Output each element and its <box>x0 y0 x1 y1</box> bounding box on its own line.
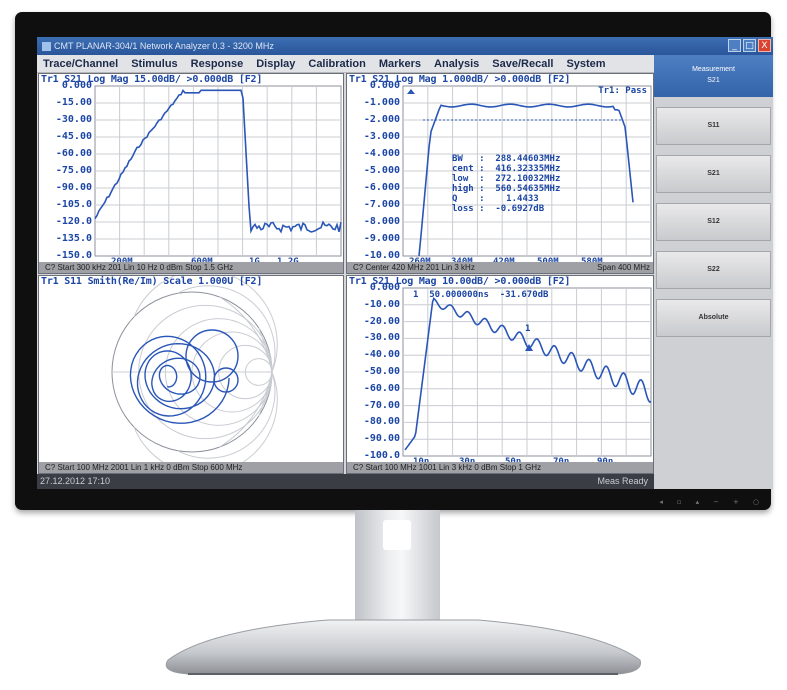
y-tick-label: -75.00 <box>55 165 92 176</box>
menu-bar: Trace/Channel Stimulus Response Display … <box>37 55 654 73</box>
app-window: CMT PLANAR-304/1 Network Analyzer 0.3 - … <box>37 37 773 489</box>
softkey-s12[interactable]: S12 <box>656 203 771 241</box>
menu-system[interactable]: System <box>560 58 612 70</box>
panel-s21-wideband[interactable]: Tr1 S21 Log Mag 15.00dB/ >0.000dB [F2] 0… <box>38 73 344 274</box>
menu-calibration[interactable]: Calibration <box>302 58 372 70</box>
marker-readout: 1 50.000000ns -31.670dB <box>413 290 549 300</box>
softkey-s22[interactable]: S22 <box>656 251 771 289</box>
y-tick-label: -10.00 <box>363 298 400 310</box>
y-tick-label: -90.00 <box>55 182 92 193</box>
y-tick-label: -5.000 <box>363 165 400 176</box>
y-tick-label: -3.000 <box>363 131 400 142</box>
y-tick-label: -4.000 <box>363 148 400 159</box>
menu-analysis[interactable]: Analysis <box>428 58 486 70</box>
y-tick-label: -120.0 <box>55 216 92 227</box>
softkey-absolute[interactable]: Absolute <box>656 299 771 337</box>
cable-hole <box>383 520 411 550</box>
status-datetime: 27.12.2012 17:10 <box>40 476 111 486</box>
channel-status-left: C? Center 420 MHz 201 Lin 3 kHz <box>353 263 475 272</box>
y-tick-label: -50.00 <box>363 366 400 377</box>
monitor-button-minus[interactable]: − <box>713 498 719 506</box>
limit-test-result: Tr1: Pass <box>598 86 647 96</box>
status-state: Meas Ready <box>597 476 648 486</box>
y-tick-label: -100.0 <box>363 450 400 461</box>
y-tick-label: -30.00 <box>55 114 92 125</box>
y-tick-label: -90.00 <box>363 433 400 445</box>
menu-markers[interactable]: Markers <box>373 58 428 70</box>
channel-status-right: Span 400 MHz <box>597 263 650 272</box>
channel-status: C? Start 100 MHz 2001 Lin 1 kHz 0 dBm St… <box>39 462 343 473</box>
panel-s11-smith[interactable]: Tr1 S11 Smith(Re/Im) Scale 1.000U [F2] C… <box>38 275 344 474</box>
y-tick-label: -1.000 <box>363 97 400 108</box>
title-bar: CMT PLANAR-304/1 Network Analyzer 0.3 - … <box>37 37 773 55</box>
y-tick-label: -30.00 <box>363 332 400 344</box>
y-tick-label: -8.000 <box>363 216 400 227</box>
softkey-header-value: S21 <box>707 77 720 84</box>
softkey-s21[interactable]: S21 <box>656 155 771 193</box>
y-tick-label: -7.000 <box>363 199 400 210</box>
close-button[interactable]: X <box>758 39 771 52</box>
y-tick-label: -45.00 <box>55 131 92 142</box>
y-tick-label: -105.0 <box>55 199 92 210</box>
softkey-header-title: Measurement <box>692 66 735 73</box>
y-tick-label: 0.000 <box>61 80 92 91</box>
y-tick-label: -40.00 <box>363 349 400 361</box>
status-bar: 27.12.2012 17:10 Meas Ready <box>37 474 654 489</box>
monitor-button-back[interactable]: ◂ <box>659 498 663 506</box>
y-tick-label: -60.00 <box>55 148 92 159</box>
channel-status-left: C? Start 300 kHz 201 Lin 10 Hz 0 dBm Sto… <box>45 263 234 272</box>
monitor-stand-base <box>165 619 642 675</box>
app-icon <box>42 42 51 52</box>
panel-s21-time-domain[interactable]: Tr1 S21 Log Mag 10.00dB/ >0.000dB [F2] 1… <box>346 275 654 474</box>
maximize-button[interactable]: □ <box>743 39 756 52</box>
y-tick-label: -150.0 <box>55 250 92 261</box>
y-tick-label: -70.00 <box>363 399 400 411</box>
monitor-button-up[interactable]: ▴ <box>696 498 700 506</box>
monitor-button-menu[interactable]: ▫ <box>677 498 682 506</box>
channel-status: C? Start 100 MHz 1001 Lin 3 kHz 0 dBm St… <box>347 462 653 473</box>
marker-1-label: 1 <box>525 324 531 334</box>
y-tick-label: -2.000 <box>363 114 400 125</box>
menu-trace-channel[interactable]: Trace/Channel <box>37 58 125 70</box>
menu-save-recall[interactable]: Save/Recall <box>486 58 560 70</box>
softkey-s11[interactable]: S11 <box>656 107 771 145</box>
panel-s21-passband[interactable]: Tr1 S21 Log Mag 1.000dB/ >0.000dB [F2] T… <box>346 73 654 274</box>
channel-status-left: C? Start 100 MHz 1001 Lin 3 kHz 0 dBm St… <box>353 463 542 472</box>
softkey-panel: Measurement S21 S11 S21 S12 S22 Absolute <box>654 55 773 489</box>
channel-status: C? Center 420 MHz 201 Lin 3 kHz Span 400… <box>347 262 653 273</box>
trace-title: Tr1 S11 Smith(Re/Im) Scale 1.000U [F2] <box>41 276 263 287</box>
y-tick-label: -20.00 <box>363 315 400 327</box>
y-tick-label: -60.00 <box>363 382 400 394</box>
y-tick-label: 0.000 <box>369 282 400 293</box>
y-tick-label: -10.00 <box>363 250 400 261</box>
menu-response[interactable]: Response <box>185 58 251 70</box>
monitor-power-button[interactable]: ○ <box>753 498 759 506</box>
smith-chart <box>111 276 278 473</box>
minimize-button[interactable]: _ <box>728 39 741 52</box>
menu-display[interactable]: Display <box>250 58 302 70</box>
y-tick-label: -80.00 <box>363 416 400 428</box>
menu-stimulus[interactable]: Stimulus <box>125 58 184 70</box>
softkey-header: Measurement S21 <box>654 55 773 97</box>
window-title: CMT PLANAR-304/1 Network Analyzer 0.3 - … <box>54 41 274 51</box>
y-tick-label: 0.000 <box>369 80 400 91</box>
y-tick-label: -135.0 <box>55 233 92 244</box>
y-tick-label: -6.000 <box>363 182 400 193</box>
bandwidth-readout: BW : 288.44603MHz cent : 416.32335MHz lo… <box>452 154 561 214</box>
channel-status-left: C? Start 100 MHz 2001 Lin 1 kHz 0 dBm St… <box>45 463 243 472</box>
monitor-button-plus[interactable]: + <box>733 498 739 506</box>
channel-status: C? Start 300 kHz 201 Lin 10 Hz 0 dBm Sto… <box>39 262 343 273</box>
y-tick-label: -9.000 <box>363 233 400 244</box>
y-tick-label: -15.00 <box>55 97 92 108</box>
monitor-buttons: ◂ ▫ ▴ − + ○ <box>659 498 759 506</box>
